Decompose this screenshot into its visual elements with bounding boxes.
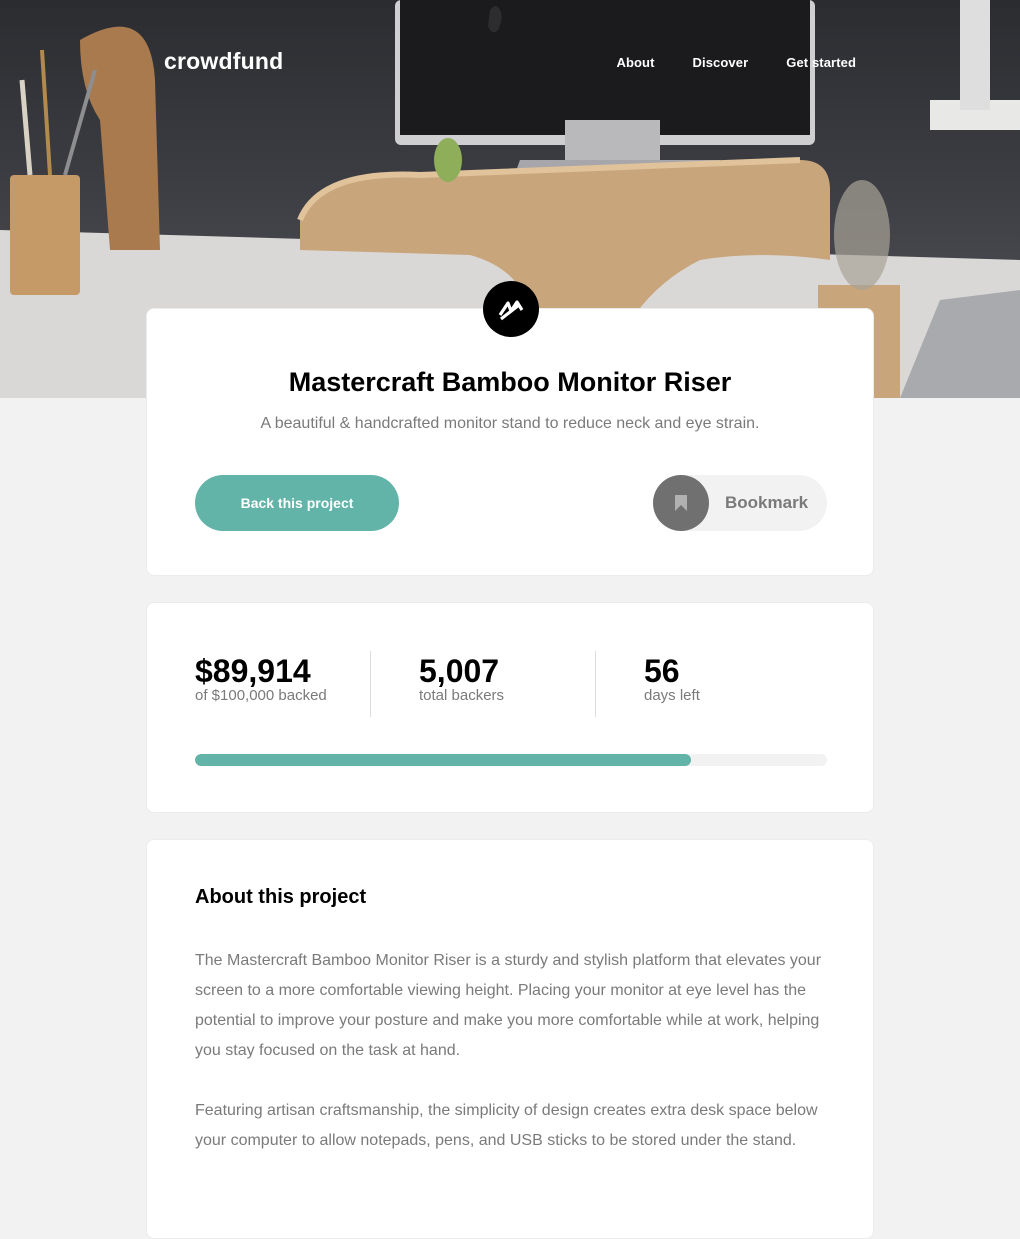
stat-days-label: days left: [644, 687, 700, 704]
bookmark-label: Bookmark: [725, 493, 809, 512]
stat-backed-label: of $100,000 backed: [195, 687, 327, 704]
mastercraft-logo-icon: [483, 281, 539, 337]
stat-backers-value: 5,007: [419, 653, 500, 689]
nav-get-started[interactable]: Get started: [786, 55, 856, 70]
stat-backed: $89,914 of $100,000 backed: [195, 651, 327, 704]
about-paragraph: The Mastercraft Bamboo Monitor Riser is …: [195, 952, 822, 1059]
stat-divider: [370, 651, 371, 717]
stat-days-value: 56: [644, 653, 680, 689]
stats-card: $89,914 of $100,000 backed 5,007 total b…: [146, 602, 874, 813]
bookmark-button[interactable]: Bookmark: [653, 475, 827, 531]
about-paragraph: Featuring artisan craftsmanship, the sim…: [195, 1102, 818, 1149]
about-title: About this project: [195, 886, 367, 908]
back-project-button[interactable]: Back this project: [195, 475, 399, 531]
project-subtitle: A beautiful & handcrafted monitor stand …: [260, 415, 760, 432]
stat-divider: [595, 651, 596, 717]
stat-backers: 5,007 total backers: [419, 651, 504, 704]
stat-days: 56 days left: [644, 651, 700, 704]
stat-backers-label: total backers: [419, 687, 505, 704]
project-header-card: Mastercraft Bamboo Monitor Riser A beaut…: [146, 281, 874, 576]
nav-discover[interactable]: Discover: [693, 55, 749, 70]
funding-progress-fill: [195, 754, 692, 766]
project-title: Mastercraft Bamboo Monitor Riser: [288, 367, 732, 397]
nav-about[interactable]: About: [616, 55, 654, 70]
stat-backed-value: $89,914: [195, 653, 311, 689]
about-card: About this project The Mastercraft Bambo…: [146, 839, 874, 1239]
funding-progress-bar: [195, 754, 827, 766]
top-nav: About Discover Get started: [616, 55, 856, 70]
bookmark-icon: [653, 475, 709, 531]
site-logo[interactable]: crowdfund: [164, 48, 283, 75]
